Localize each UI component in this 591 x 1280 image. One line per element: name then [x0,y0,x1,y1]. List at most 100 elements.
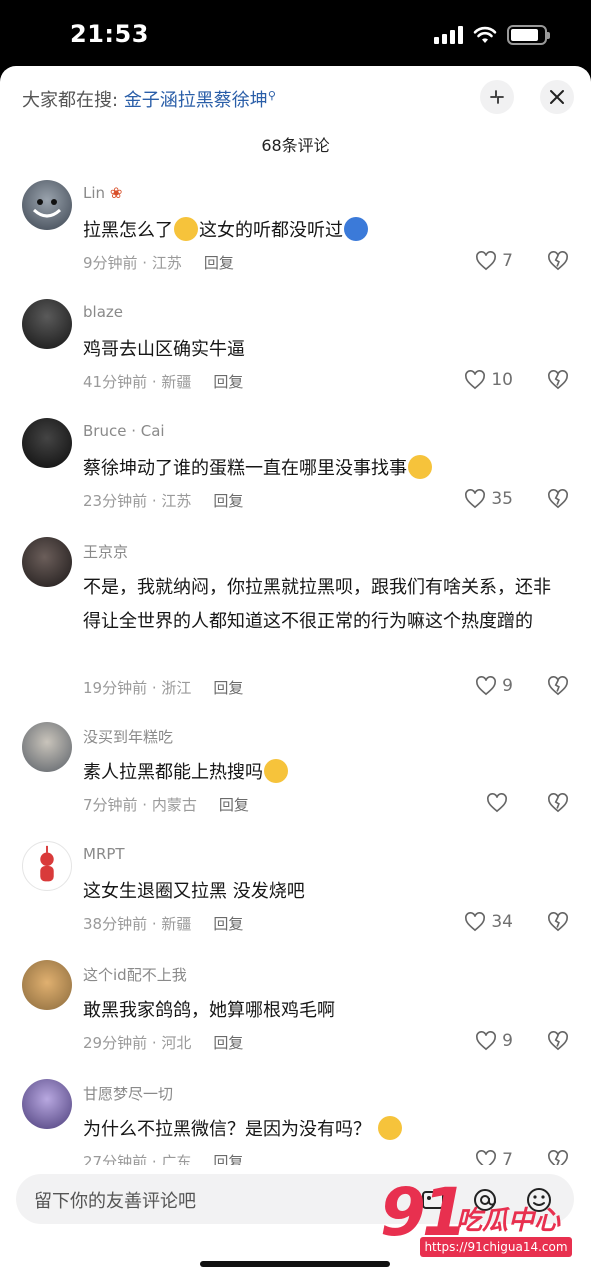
avatar[interactable] [22,299,72,349]
comment-username[interactable]: 这个id配不上我 [83,964,187,985]
like-button[interactable]: 35 [464,489,513,509]
like-button[interactable]: 7 [475,251,513,271]
comment-item: blaze 鸡哥去山区确实牛逼 41分钟前 · 新疆 回复 10 [0,299,591,409]
dislike-button[interactable] [547,1031,569,1055]
reply-button[interactable]: 回复 [213,492,243,510]
dislike-button[interactable] [547,912,569,936]
comment-meta: 38分钟前 · 新疆 回复 [83,915,244,933]
comment-text: 鸡哥去山区确实牛逼 [83,339,245,360]
dislike-heart-icon [548,1031,568,1051]
dizzy-emoji [408,455,432,479]
comment-username[interactable]: blaze [83,303,123,321]
comment-username[interactable]: 甘愿梦尽一切 [83,1083,173,1104]
dislike-heart-icon [548,251,568,271]
avatar[interactable] [22,537,72,587]
signal-icon [434,26,463,44]
lobster-emoji: ❀ [109,184,123,202]
like-button[interactable]: 9 [475,1031,513,1051]
trending-search[interactable]: 大家都在搜: 金子涵拉黑蔡徐坤⚲ [22,86,276,112]
heart-icon [465,489,486,509]
comment-item: MRPT 这女生退圈又拉黑 没发烧吧 38分钟前 · 新疆 回复 34 [0,841,591,951]
reply-button[interactable]: 回复 [204,254,234,272]
like-count: 34 [491,912,513,932]
dislike-button[interactable] [547,489,569,513]
avatar[interactable] [22,841,72,891]
comment-text: 蔡徐坤动了谁的蛋糕一直在哪里没事找事 [83,452,553,486]
comment-input-placeholder: 留下你的友善评论吧 [34,1191,196,1212]
like-button[interactable]: 10 [464,370,513,390]
crying-laughing-emoji [264,759,288,783]
comment-meta: 41分钟前 · 新疆 回复 [83,373,244,391]
watermark-text: 吃瓜中心 [456,1206,561,1236]
like-button[interactable]: 34 [464,912,513,932]
avatar[interactable] [22,180,72,230]
dislike-heart-icon [548,676,568,696]
status-time: 21:53 [70,20,149,48]
avatar[interactable] [22,1079,72,1129]
reply-button[interactable]: 回复 [213,373,243,391]
heart-icon [465,912,486,932]
comment-username[interactable]: Lin ❀ [83,184,122,202]
status-icons [434,24,550,46]
comment-username[interactable]: MRPT [83,845,125,863]
like-count: 7 [502,251,513,271]
dislike-button[interactable] [547,793,569,817]
comment-text: 拉黑怎么了 这女的听都没听过 [83,214,553,248]
comment-meta: 19分钟前 · 浙江 回复 [83,679,244,697]
comment-sheet: 大家都在搜: 金子涵拉黑蔡徐坤⚲ 68条评论 Lin ❀ 拉黑怎么了 这女的听都没… [0,66,591,1280]
comment-username[interactable]: 没买到年糕吃 [83,726,173,747]
comment-meta: 29分钟前 · 河北 回复 [83,1034,244,1052]
reply-button[interactable]: 回复 [213,679,243,697]
reply-button[interactable]: 回复 [219,796,249,814]
avatar[interactable] [22,960,72,1010]
close-button[interactable] [540,80,574,114]
comment-item: Bruce · Cai 蔡徐坤动了谁的蛋糕一直在哪里没事找事 23分钟前 · 江… [0,418,591,528]
minimize-icon [490,90,504,104]
comment-text: 敢黑我家鸽鸽，她算哪根鸡毛啊 [83,1000,335,1021]
comment-meta: 9分钟前 · 江苏 回复 [83,254,234,272]
comment-meta: 23分钟前 · 江苏 回复 [83,492,244,510]
watermark-url: https://91chigua14.com [420,1237,572,1257]
comment-meta: 7分钟前 · 内蒙古 回复 [83,796,249,814]
heart-icon [476,676,497,696]
laughing-emoji [174,217,198,241]
comment-username[interactable]: Bruce · Cai [83,422,165,440]
comment-count: 68条评论 [261,136,330,155]
avatar[interactable] [22,722,72,772]
comment-text: 为什么不拉黑微信？是因为没有吗？ [83,1113,553,1147]
grinning-sweat-emoji [377,1116,402,1140]
battery-icon [507,25,550,45]
home-indicator [200,1261,390,1267]
dislike-button[interactable] [547,251,569,275]
shocked-emoji [344,217,368,241]
comment-text: 不是，我就纳闷，你拉黑就拉黑呗，跟我们有啥关系，还非得让全世界的人都知道这不很正… [83,577,551,632]
heart-icon [476,1031,497,1051]
comment-item: 没买到年糕吃 素人拉黑都能上热搜吗 7分钟前 · 内蒙古 回复 [0,722,591,832]
heart-icon [476,251,497,271]
reply-button[interactable]: 回复 [213,915,243,933]
search-icon: ⚲ [267,89,276,102]
comment-text: 这女生退圈又拉黑 没发烧吧 [83,881,305,902]
like-count: 9 [502,676,513,696]
dislike-button[interactable] [547,676,569,700]
like-count: 35 [491,489,513,509]
minimize-button[interactable] [480,80,514,114]
status-bar: 21:53 [0,0,591,66]
watermark-logo: 91 吃瓜中心 https://91chigua14.com [380,1174,580,1260]
like-button[interactable] [486,793,513,813]
comment-username[interactable]: 王京京 [83,541,128,562]
avatar[interactable] [22,418,72,468]
dislike-heart-icon [548,912,568,932]
dislike-heart-icon [548,793,568,813]
like-button[interactable]: 9 [475,676,513,696]
heart-icon [465,370,486,390]
reply-button[interactable]: 回复 [213,1034,243,1052]
trending-search-prefix: 大家都在搜: [22,90,119,111]
comment-text: 素人拉黑都能上热搜吗 [83,756,553,790]
like-count: 9 [502,1031,513,1051]
dislike-button[interactable] [547,370,569,394]
close-icon [550,90,564,104]
heart-icon [487,793,507,813]
trending-search-term[interactable]: 金子涵拉黑蔡徐坤 [124,90,268,111]
dislike-heart-icon [548,489,568,509]
